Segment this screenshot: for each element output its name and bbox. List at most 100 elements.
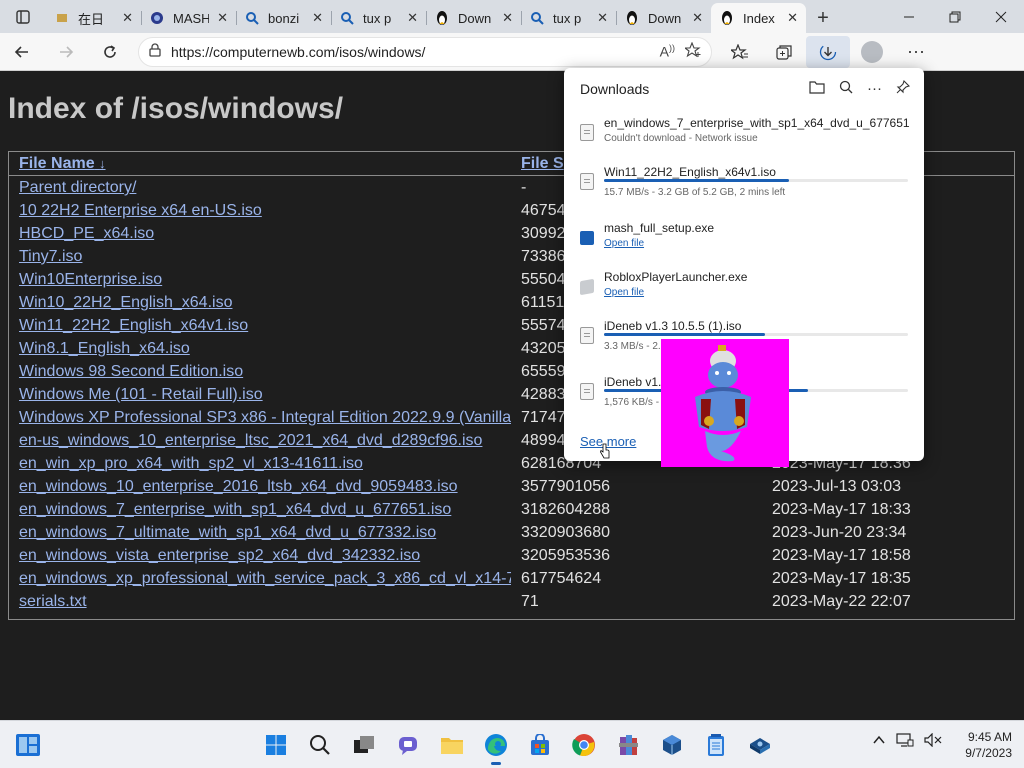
- file-name-link[interactable]: Parent directory/: [19, 179, 511, 197]
- file-size: -: [521, 179, 527, 196]
- archive-app-button[interactable]: [606, 729, 650, 761]
- tab-title: Index: [743, 10, 775, 26]
- file-size: 46754: [521, 202, 566, 219]
- widgets-button[interactable]: [15, 733, 41, 757]
- download-item[interactable]: en_windows_7_enterprise_with_sp1_x64_dvd…: [578, 116, 910, 164]
- close-icon[interactable]: ✕: [787, 10, 798, 26]
- tab-actions-button[interactable]: [0, 0, 46, 33]
- close-icon: [995, 11, 1007, 22]
- download-item[interactable]: RobloxPlayerLauncher.exe Open file: [578, 270, 910, 318]
- virtualbox-button[interactable]: [650, 729, 694, 761]
- downloads-button[interactable]: [806, 35, 850, 68]
- add-favorite-icon[interactable]: [683, 41, 701, 61]
- chat-button[interactable]: [386, 729, 430, 761]
- minimize-button[interactable]: [886, 0, 932, 33]
- file-name-link[interactable]: Windows XP Professional SP3 x86 - Integr…: [19, 409, 511, 427]
- task-view-button[interactable]: [342, 729, 386, 761]
- file-name-link[interactable]: Windows Me (101 - Retail Full).iso: [19, 386, 511, 404]
- file-name-link[interactable]: en_windows_xp_professional_with_service_…: [19, 570, 511, 588]
- genie-character[interactable]: [661, 339, 789, 467]
- restore-button[interactable]: [932, 0, 978, 33]
- tab-0[interactable]: 在日 ✕: [46, 3, 141, 33]
- table-row: serials.txt 71 2023-May-22 22:07: [9, 591, 1014, 614]
- edge-button[interactable]: [474, 729, 518, 765]
- address-bar[interactable]: https://computernewb.com/isos/windows/ A…: [138, 36, 712, 67]
- profile-button[interactable]: [850, 36, 894, 68]
- download-status: 1,576 KB/s - 1: [604, 397, 668, 408]
- tab-4[interactable]: Down ✕: [426, 3, 521, 33]
- file-name-link[interactable]: Win8.1_English_x64.iso: [19, 340, 511, 358]
- back-button[interactable]: [0, 36, 44, 68]
- file-name-link[interactable]: en-us_windows_10_enterprise_ltsc_2021_x6…: [19, 432, 511, 450]
- download-item[interactable]: mash_full_setup.exe Open file: [578, 221, 910, 269]
- file-name-header[interactable]: File Name ↓: [19, 155, 106, 173]
- file-name-link[interactable]: Windows 98 Second Edition.iso: [19, 363, 511, 381]
- pin-icon[interactable]: [896, 79, 911, 98]
- more-options-icon[interactable]: ···: [867, 80, 882, 98]
- open-file-link[interactable]: Open file: [604, 238, 644, 249]
- restore-icon: [949, 11, 961, 22]
- file-size: 3320903680: [521, 524, 610, 541]
- tab-1[interactable]: MASH ✕: [141, 3, 236, 33]
- tab-2[interactable]: bonzi ✕: [236, 3, 331, 33]
- open-file-link[interactable]: Open file: [604, 287, 644, 298]
- file-name-link[interactable]: serials.txt: [19, 593, 511, 611]
- close-icon[interactable]: ✕: [692, 10, 703, 26]
- tab-6[interactable]: Down ✕: [616, 3, 711, 33]
- folder-icon[interactable]: [809, 80, 825, 98]
- search-icon[interactable]: [839, 80, 853, 98]
- roblox-icon: [580, 278, 594, 296]
- chrome-button[interactable]: [562, 729, 606, 761]
- start-button[interactable]: [254, 729, 298, 761]
- close-window-button[interactable]: [978, 0, 1024, 33]
- read-aloud-icon[interactable]: A)): [660, 43, 675, 60]
- file-name-link[interactable]: en_win_xp_pro_x64_with_sp2_vl_x13-41611.…: [19, 455, 511, 473]
- settings-menu-button[interactable]: ···: [894, 36, 938, 68]
- notepad-button[interactable]: [694, 729, 738, 761]
- collections-button[interactable]: [762, 36, 806, 68]
- file-size: 61151: [521, 294, 565, 311]
- file-explorer-button[interactable]: [430, 729, 474, 761]
- avatar: [861, 40, 883, 63]
- file-name-link[interactable]: Win10Enterprise.iso: [19, 271, 511, 289]
- file-name-link[interactable]: en_windows_vista_enterprise_sp2_x64_dvd_…: [19, 547, 511, 565]
- search-taskbar-button[interactable]: [298, 729, 342, 761]
- file-name-link[interactable]: en_windows_7_enterprise_with_sp1_x64_dvd…: [19, 501, 511, 519]
- file-name-link[interactable]: Win10_22H2_English_x64.iso: [19, 294, 511, 312]
- tab-3[interactable]: tux p ✕: [331, 3, 426, 33]
- system-tray: [872, 732, 942, 750]
- tab-7-active[interactable]: Index ✕: [711, 3, 806, 33]
- download-item[interactable]: Win11_22H2_English_x64v1.iso 15.7 MB/s -…: [578, 165, 910, 213]
- new-tab-button[interactable]: +: [806, 3, 840, 33]
- refresh-button[interactable]: [88, 36, 132, 68]
- tab-title: Down: [458, 10, 492, 26]
- network-app-button[interactable]: [738, 729, 782, 761]
- file-name-link[interactable]: Win11_22H2_English_x64v1.iso: [19, 317, 511, 335]
- header-label: File Name: [19, 155, 95, 172]
- file-name-link[interactable]: HBCD_PE_x64.iso: [19, 225, 511, 243]
- file-name-link[interactable]: en_windows_7_ultimate_with_sp1_x64_dvd_u…: [19, 524, 511, 542]
- close-icon[interactable]: ✕: [217, 10, 228, 26]
- file-name-link[interactable]: en_windows_10_enterprise_2016_ltsb_x64_d…: [19, 478, 511, 496]
- close-icon[interactable]: ✕: [407, 10, 418, 26]
- close-icon[interactable]: ✕: [122, 10, 133, 26]
- muted-speaker-icon[interactable]: [924, 732, 942, 750]
- clock[interactable]: 9:45 AM 9/7/2023: [950, 729, 1012, 761]
- file-name-link[interactable]: 10 22H2 Enterprise x64 en-US.iso: [19, 202, 511, 220]
- close-icon[interactable]: ✕: [502, 10, 513, 26]
- file-name-link[interactable]: Tiny7.iso: [19, 248, 511, 266]
- lock-icon[interactable]: [149, 43, 161, 60]
- file-size: 55504: [521, 271, 566, 288]
- store-button[interactable]: [518, 729, 562, 761]
- favorites-button[interactable]: [718, 36, 762, 68]
- close-icon[interactable]: ✕: [312, 10, 323, 26]
- forward-button[interactable]: [44, 36, 88, 68]
- tab-5[interactable]: tux p ✕: [521, 3, 616, 33]
- display-icon[interactable]: [896, 733, 914, 750]
- close-icon[interactable]: ✕: [597, 10, 608, 26]
- file-size: 42883: [521, 386, 566, 403]
- tab-title: MASH: [173, 10, 210, 26]
- chevron-up-icon[interactable]: [872, 733, 886, 750]
- download-icon: [819, 43, 837, 60]
- file-size-header[interactable]: File S: [521, 155, 564, 173]
